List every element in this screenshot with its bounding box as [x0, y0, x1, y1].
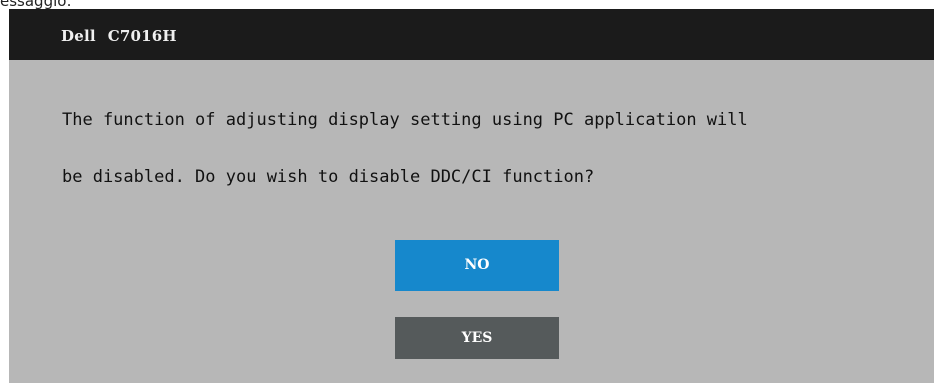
yes-button[interactable]: YES — [395, 317, 559, 359]
brand-label: Dell — [61, 27, 96, 45]
ddc-ci-dialog: Dell C7016H The function of adjusting dis… — [9, 9, 934, 383]
dialog-message: The function of adjusting display settin… — [62, 107, 934, 190]
message-line-2: be disabled. Do you wish to disable DDC/… — [62, 167, 595, 187]
message-line-1: The function of adjusting display settin… — [62, 110, 748, 130]
title-bar: Dell C7016H — [9, 9, 934, 60]
no-button[interactable]: NO — [395, 240, 559, 291]
model-label: C7016H — [107, 27, 177, 45]
monitor-title: Dell C7016H — [61, 27, 177, 45]
